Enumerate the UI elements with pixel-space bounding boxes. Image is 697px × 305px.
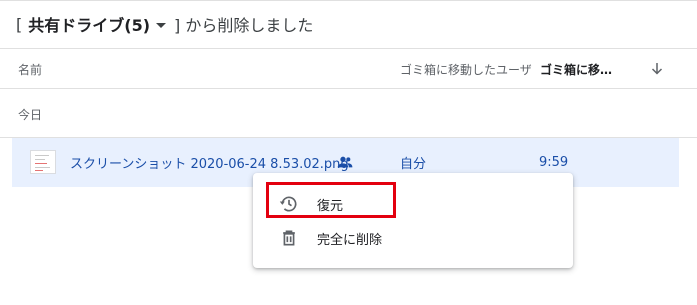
column-header-deleted-date[interactable]: ゴミ箱に移… — [540, 52, 630, 86]
caret-down-icon — [156, 22, 167, 28]
breadcrumb: [ 共有ドライブ(5) ] から削除しました — [16, 8, 313, 40]
delete-forever-menu-item[interactable]: 完全に削除 — [253, 221, 573, 255]
trash-icon — [283, 230, 295, 246]
people-icon — [337, 156, 353, 168]
column-header-name[interactable]: 名前 — [18, 52, 218, 86]
shared-drive-label: 共有ドライブ(5) — [28, 16, 151, 35]
header-divider — [0, 48, 697, 49]
shared-drive-dropdown[interactable]: 共有ドライブ(5) — [28, 12, 167, 36]
column-header-deleted-by[interactable]: ゴミ箱に移動したユーザ — [400, 52, 538, 86]
bracket-open: [ — [16, 14, 23, 34]
delete-forever-label: 完全に削除 — [317, 232, 383, 248]
breadcrumb-tail: ] から削除しました — [174, 16, 314, 35]
annotation-highlight-box — [266, 182, 396, 218]
arrow-down-icon[interactable] — [648, 60, 666, 78]
group-label: 今日 — [18, 107, 43, 122]
image-thumbnail-icon — [30, 150, 56, 174]
column-divider — [0, 88, 697, 89]
top-divider — [0, 0, 697, 1]
